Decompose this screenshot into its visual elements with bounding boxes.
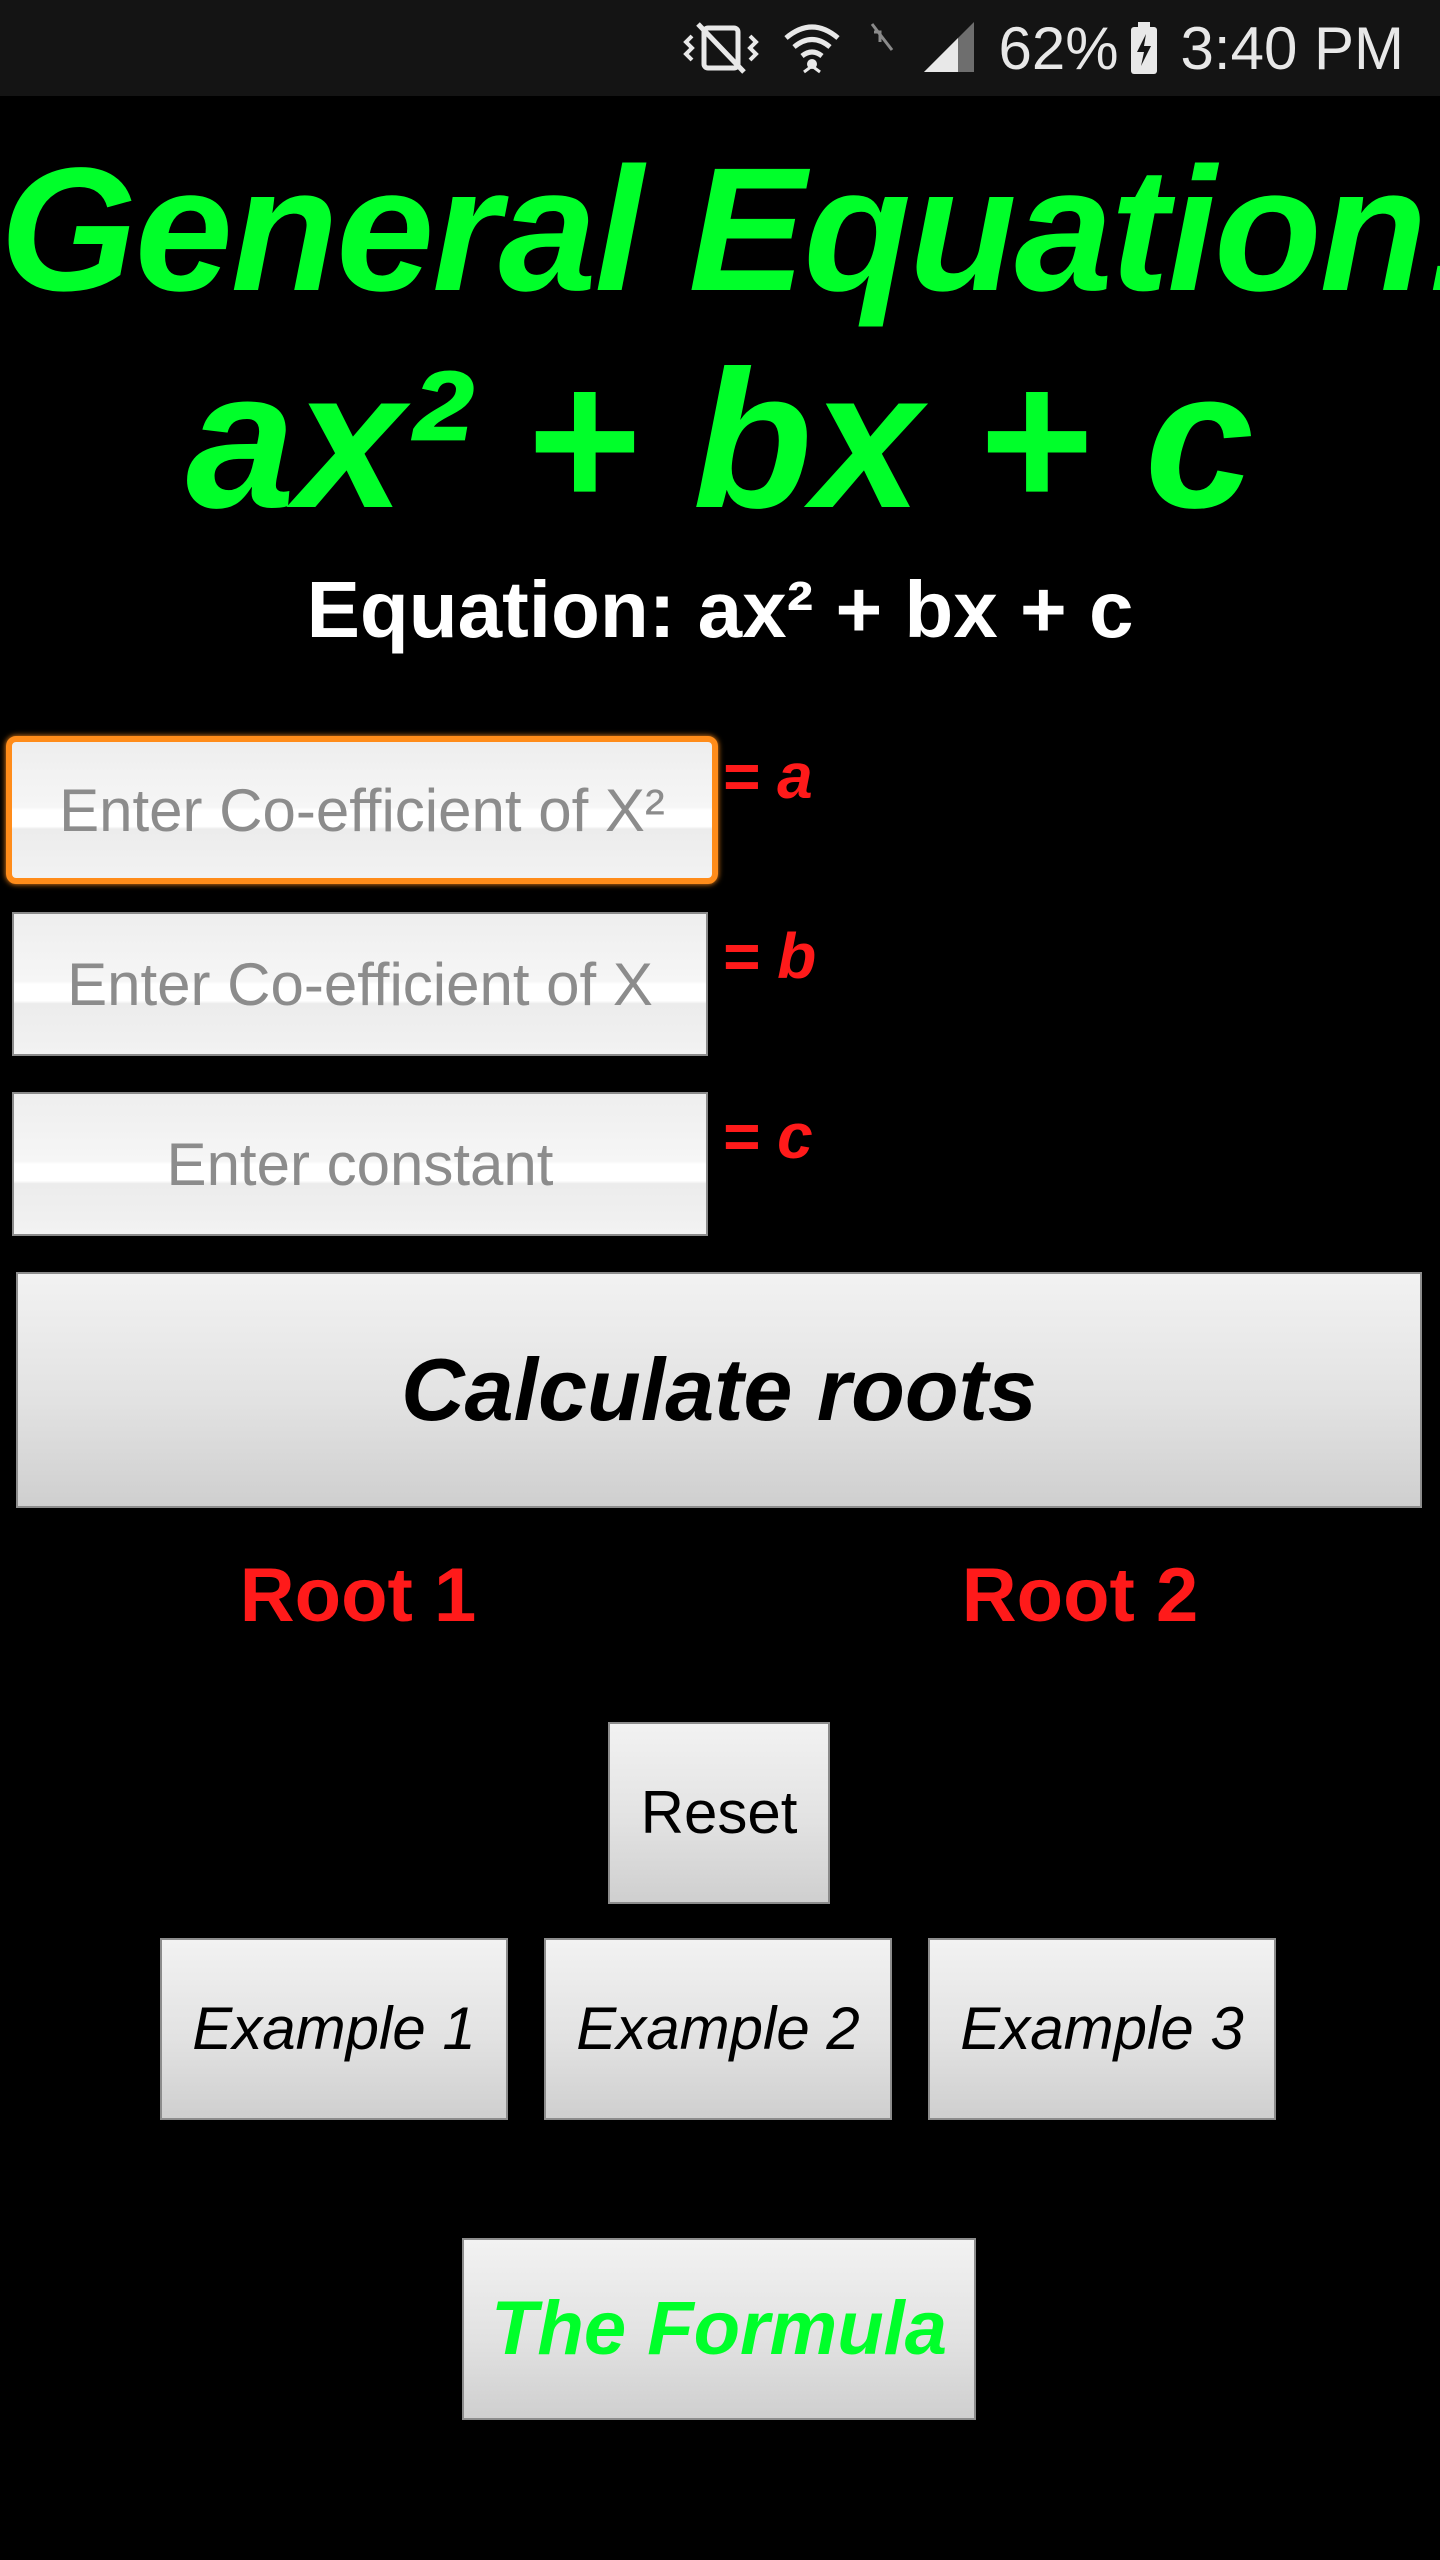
app-screen: 62% 3:40 PM General Equation: ax² + bx +…	[0, 0, 1440, 2560]
battery-charging-icon	[1129, 20, 1159, 76]
coefficient-a-label: = a	[722, 740, 813, 812]
mute-vibrate-icon	[682, 20, 760, 76]
wifi-icon	[782, 20, 842, 76]
constant-c-input[interactable]	[12, 1092, 708, 1236]
status-icons: 62% 3:40 PM	[682, 0, 1404, 96]
equation-subtitle: Equation: ax² + bx + c	[306, 565, 1134, 654]
battery-indicator: 62%	[998, 14, 1158, 83]
status-bar: 62% 3:40 PM	[0, 0, 1440, 96]
status-time: 3:40 PM	[1180, 14, 1404, 82]
constant-c-label: = c	[722, 1100, 813, 1172]
general-equation-formula: ax² + bx + c	[186, 330, 1254, 549]
no-signal-icon	[864, 20, 900, 76]
example-1-button[interactable]: Example 1	[160, 1938, 508, 2120]
example-3-button[interactable]: Example 3	[928, 1938, 1276, 2120]
reset-button[interactable]: Reset	[608, 1722, 830, 1904]
the-formula-button[interactable]: The Formula	[462, 2238, 976, 2420]
coefficient-b-label: = b	[722, 920, 817, 992]
battery-percent: 62%	[998, 14, 1119, 82]
coefficient-a-input[interactable]	[6, 736, 718, 884]
page-title: General Equation:	[0, 132, 1440, 328]
coefficient-b-input[interactable]	[12, 912, 708, 1056]
example-2-button[interactable]: Example 2	[544, 1938, 892, 2120]
root-1-label: Root 1	[239, 1553, 477, 1638]
signal-icon	[922, 20, 976, 76]
root-2-label: Root 2	[961, 1553, 1199, 1638]
calculate-roots-button[interactable]: Calculate roots	[16, 1272, 1422, 1508]
